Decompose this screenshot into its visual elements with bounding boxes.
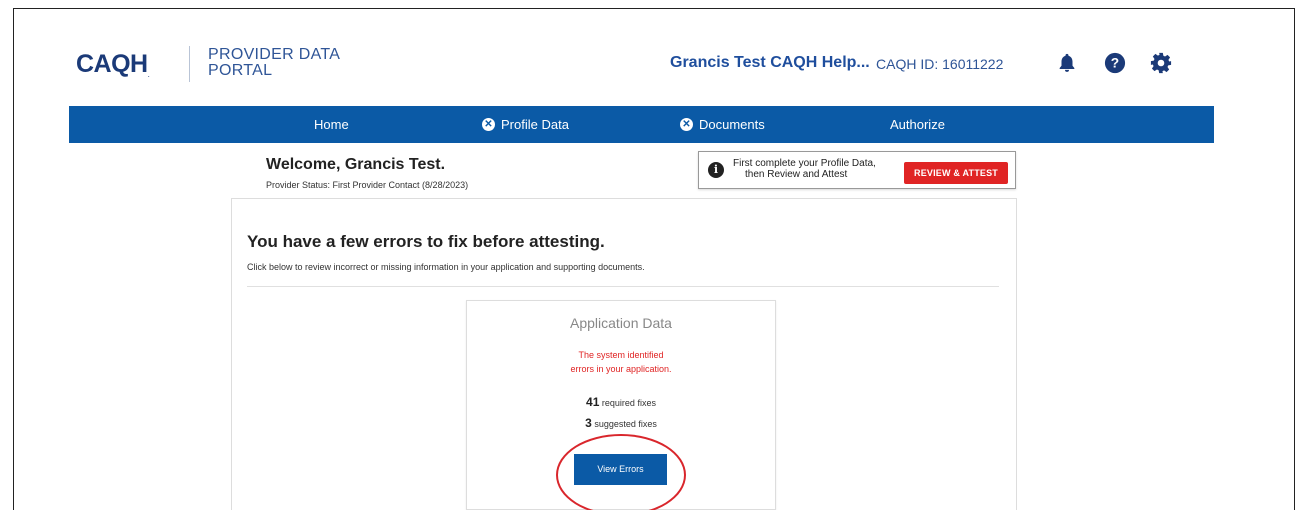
caqh-logo[interactable]: CAQH. (76, 50, 150, 79)
annotation-circle (556, 434, 686, 510)
nav-authorize-label: Authorize (890, 117, 945, 132)
user-name-link[interactable]: Grancis Test CAQH Help... (670, 54, 870, 72)
system-error-message: The system identified errors in your app… (570, 350, 672, 374)
required-fixes-count: 41 (586, 395, 600, 409)
nav-profile-data[interactable]: ✕ Profile Data (482, 106, 569, 143)
bell-icon[interactable] (1056, 52, 1078, 74)
nav-profile-data-label: Profile Data (501, 117, 569, 132)
info-icon: i (708, 162, 724, 178)
nav-home-label: Home (314, 117, 349, 132)
svg-text:?: ? (1111, 56, 1119, 71)
errors-heading: You have a few errors to fix before atte… (247, 232, 605, 251)
nav-authorize[interactable]: Authorize (890, 106, 945, 143)
suggested-fixes: 3 suggested fixes (466, 416, 776, 430)
portal-title: PROVIDER DATA PORTAL (208, 46, 341, 79)
nav-home[interactable]: Home (314, 106, 349, 143)
x-circle-icon: ✕ (680, 118, 693, 131)
review-attest-button[interactable]: REVIEW & ATTEST (904, 162, 1008, 184)
required-fixes-label: required fixes (601, 398, 656, 408)
suggested-fixes-label: suggested fixes (594, 419, 657, 429)
required-fixes: 41 required fixes (466, 395, 776, 409)
help-icon[interactable]: ? (1104, 52, 1126, 74)
welcome-title: Welcome, Grancis Test. (266, 156, 446, 173)
provider-status: Provider Status: First Provider Contact … (266, 180, 469, 190)
attest-alert: i First complete your Profile Data, then… (698, 151, 1016, 189)
main-nav: Home ✕ Profile Data ✕ Documents Authoriz… (69, 106, 1214, 143)
nav-documents-label: Documents (699, 117, 765, 132)
divider (247, 286, 999, 287)
logo-divider (189, 46, 190, 82)
application-data-title: Application Data (570, 315, 672, 331)
gear-icon[interactable] (1150, 52, 1172, 74)
suggested-fixes-count: 3 (585, 416, 592, 430)
nav-documents[interactable]: ✕ Documents (680, 106, 765, 143)
alert-message: First complete your Profile Data, then R… (733, 158, 876, 180)
errors-subheading: Click below to review incorrect or missi… (247, 262, 645, 272)
x-circle-icon: ✕ (482, 118, 495, 131)
caqh-id: CAQH ID: 16011222 (876, 56, 1004, 72)
